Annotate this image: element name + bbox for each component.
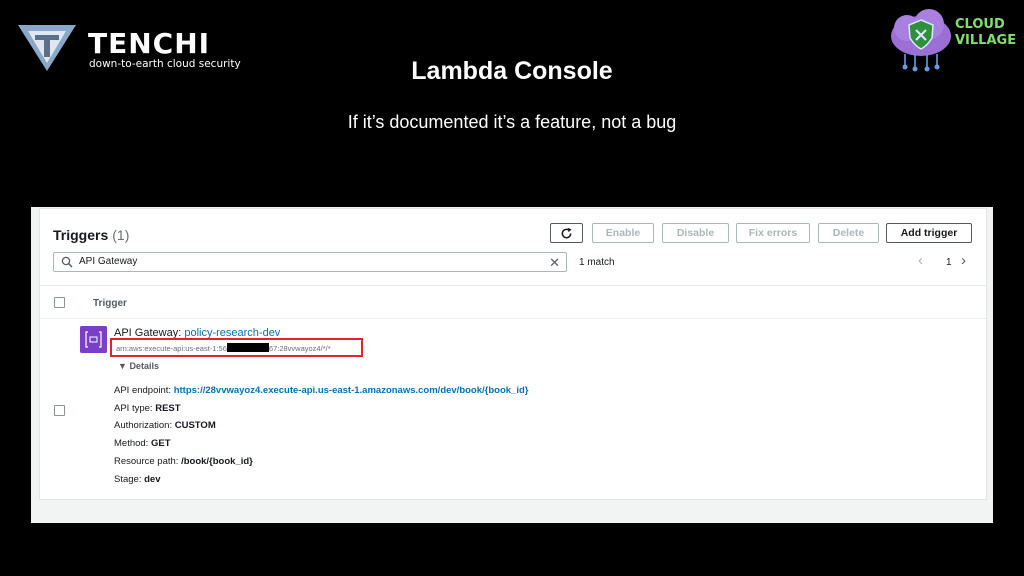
cloud-village-label: CLOUD VILLAGE bbox=[955, 17, 1016, 49]
cloud-village-line1: CLOUD bbox=[955, 17, 1005, 32]
page-number[interactable]: 1 bbox=[946, 257, 952, 268]
detail-label: Method: bbox=[114, 438, 149, 449]
detail-label: Stage: bbox=[114, 474, 142, 485]
detail-method: Method: GET bbox=[114, 438, 171, 449]
refresh-button[interactable] bbox=[550, 223, 583, 243]
console-screenshot: Triggers (1) Enable Disable Fix errors De… bbox=[31, 207, 993, 523]
detail-api-endpoint: API endpoint: https://28vvwayoz4.execute… bbox=[114, 385, 528, 396]
detail-authorization: Authorization: CUSTOM bbox=[114, 420, 216, 431]
detail-value: dev bbox=[144, 474, 161, 485]
detail-value: CUSTOM bbox=[174, 420, 216, 431]
redaction-block bbox=[226, 343, 269, 352]
cloud-village-line2: VILLAGE bbox=[955, 33, 1017, 48]
trigger-arn: arn:aws:execute-api:us-east-1:56 67:28vvw… bbox=[116, 343, 331, 353]
brand-name: TENCHI bbox=[88, 27, 211, 60]
triggers-title: Triggers bbox=[53, 227, 109, 243]
detail-label: API type: bbox=[114, 403, 153, 414]
table-header: Trigger bbox=[40, 285, 986, 319]
slide-subtitle: If it’s documented it’s a feature, not a… bbox=[347, 112, 677, 132]
search-icon bbox=[61, 256, 73, 268]
caret-down-icon: ▼ bbox=[118, 361, 127, 371]
details-toggle[interactable]: ▼ Details bbox=[118, 361, 159, 371]
select-all-checkbox[interactable] bbox=[54, 297, 65, 308]
detail-api-type: API type: REST bbox=[114, 403, 181, 414]
api-endpoint-link[interactable]: https://28vvwayoz4.execute-api.us-east-1… bbox=[174, 385, 529, 396]
triggers-heading: Triggers (1) bbox=[53, 227, 129, 243]
api-gateway-icon bbox=[80, 326, 107, 353]
search-value: API Gateway bbox=[79, 256, 138, 267]
enable-button[interactable]: Enable bbox=[592, 223, 654, 243]
slide-title: Lambda Console bbox=[411, 57, 613, 85]
delete-button[interactable]: Delete bbox=[818, 223, 879, 243]
detail-label: API endpoint: bbox=[114, 385, 172, 396]
chevron-left-icon[interactable]: ‹ bbox=[918, 252, 923, 269]
column-header-trigger: Trigger bbox=[93, 298, 127, 309]
arn-suffix: 67:28vvwayoz4/*/* bbox=[268, 344, 331, 353]
row-checkbox[interactable] bbox=[54, 405, 65, 416]
detail-value: /book/{book_id} bbox=[181, 456, 253, 467]
detail-label: Resource path: bbox=[114, 456, 179, 467]
fix-errors-button[interactable]: Fix errors bbox=[736, 223, 810, 243]
cloud-village-logo-icon bbox=[891, 9, 951, 72]
disable-button[interactable]: Disable bbox=[662, 223, 729, 243]
add-trigger-button[interactable]: Add trigger bbox=[886, 223, 972, 243]
detail-resource-path: Resource path: /book/{book_id} bbox=[114, 456, 253, 467]
close-icon[interactable]: ✕ bbox=[549, 255, 560, 271]
search-input[interactable]: API Gateway ✕ bbox=[53, 252, 567, 272]
arn-prefix: arn:aws:execute-api:us-east-1:56 bbox=[116, 344, 227, 353]
detail-value: REST bbox=[155, 403, 181, 414]
arn-highlight: arn:aws:execute-api:us-east-1:56 67:28vvw… bbox=[110, 338, 363, 357]
detail-label: Authorization: bbox=[114, 420, 173, 431]
detail-stage: Stage: dev bbox=[114, 474, 160, 485]
chevron-right-icon[interactable]: › bbox=[961, 252, 966, 269]
match-count: 1 match bbox=[579, 257, 615, 268]
triggers-card: Triggers (1) Enable Disable Fix errors De… bbox=[39, 208, 987, 500]
details-label: Details bbox=[129, 361, 159, 371]
refresh-icon bbox=[561, 227, 572, 238]
triggers-count: (1) bbox=[112, 227, 130, 243]
detail-value: GET bbox=[150, 438, 171, 449]
